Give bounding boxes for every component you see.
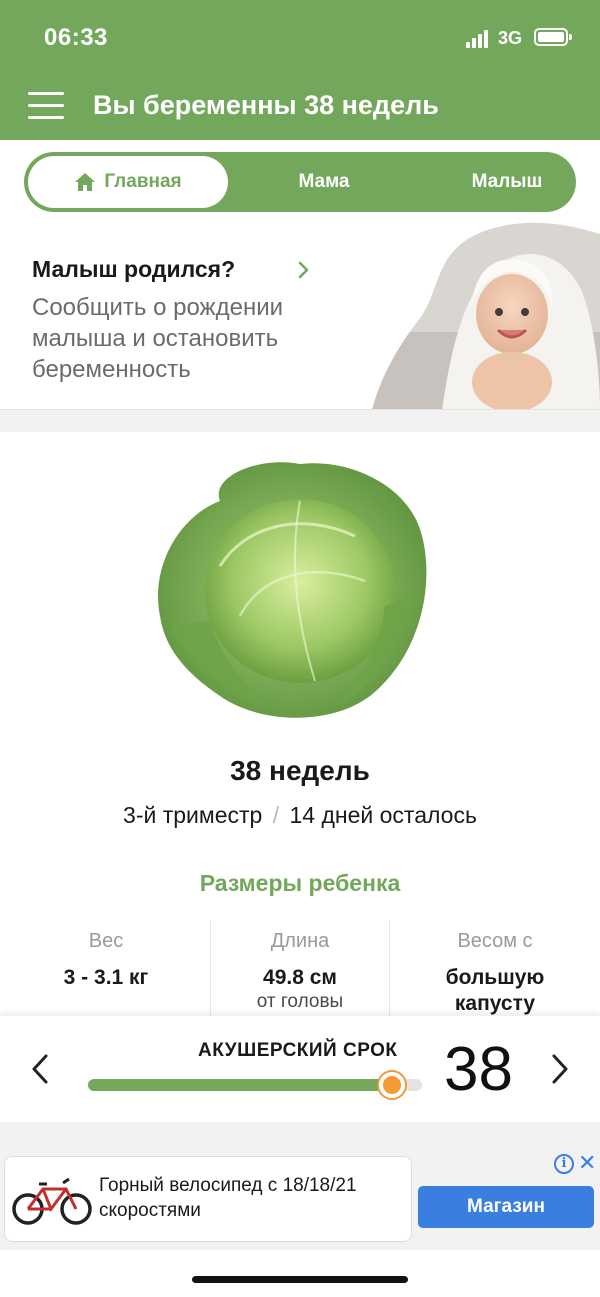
bicycle-image [12,1177,92,1225]
ad-card[interactable]: Горный велосипед с 18/18/21 скоростями [4,1156,412,1242]
ad-text: Горный велосипед с 18/18/21 скоростями [99,1175,357,1221]
divider-gap [0,1122,600,1150]
current-week-number: 38 [444,1035,513,1104]
baby-sizes-title: Размеры ребенка [199,870,401,896]
compare-value: большую капусту [445,966,545,1015]
divider-gap [0,410,600,432]
weight-column: Вес 3 - 3.1 кг [16,920,196,1020]
cabbage-illustration [158,462,427,718]
hamburger-menu-icon[interactable] [28,92,64,120]
baby-born-banner[interactable]: Малыш родился? Сообщить о рождении малыш… [0,222,600,410]
length-label: Длина [270,930,330,952]
chevron-left-icon[interactable] [28,1052,52,1086]
page-title: Вы беременны 38 недель [93,90,439,120]
separator: / [272,802,280,828]
ad-close-icon[interactable]: ✕ [578,1152,598,1176]
week-slider-fill [88,1079,392,1091]
status-time: 06:33 [44,24,108,51]
length-note: от головы [256,991,344,1012]
length-value: 49.8 см [263,966,337,989]
days-remaining-text: 14 дней осталось [289,802,477,828]
length-column: Длина 49.8 см от головы [210,920,390,1020]
weight-value: 3 - 3.1 кг [63,966,149,989]
battery-icon [534,28,572,46]
ad-banner: Горный велосипед с 18/18/21 скоростями М… [0,1150,600,1250]
weight-label: Вес [88,930,124,952]
week-slider[interactable] [88,1072,422,1098]
signal-icon [466,30,492,48]
week-subtitle: 3-й триместр / 14 дней осталось [0,802,600,829]
week-tracker: АКУШЕРСКИЙ СРОК 38 [0,1016,600,1122]
section-tabs: Главная Мама Малыш [24,152,576,212]
tab-baby-label: Малыш [471,171,543,192]
tab-home-label: Главная [104,171,182,192]
app-header: 06:33 3G Вы беременны 38 недель [0,0,600,140]
chevron-right-icon [298,261,309,279]
home-indicator [192,1276,408,1283]
trimester-text: 3-й триместр [123,802,263,828]
chevron-right-icon[interactable] [548,1052,572,1086]
ad-info-icon[interactable]: i [554,1154,574,1174]
status-bar: 06:33 3G [0,0,600,76]
tab-home[interactable]: Главная [28,156,228,208]
ad-shop-button[interactable]: Магазин [418,1186,594,1228]
compare-label: Весом с [457,930,533,952]
week-slider-thumb[interactable] [378,1072,405,1098]
tab-mom[interactable]: Мама [224,156,424,208]
baby-photo [372,222,600,409]
tracker-label: АКУШЕРСКИЙ СРОК [198,1040,398,1061]
tab-mom-label: Мама [298,171,350,192]
network-type: 3G [498,28,523,48]
week-title: 38 недель [230,755,370,786]
home-icon [75,173,96,191]
compare-column: Весом с большую капусту [405,920,585,1020]
tab-baby[interactable]: Малыш [407,156,600,208]
banner-description: Сообщить о рождении малыша и остановить … [32,294,284,383]
banner-title: Малыш родился? [32,256,236,282]
